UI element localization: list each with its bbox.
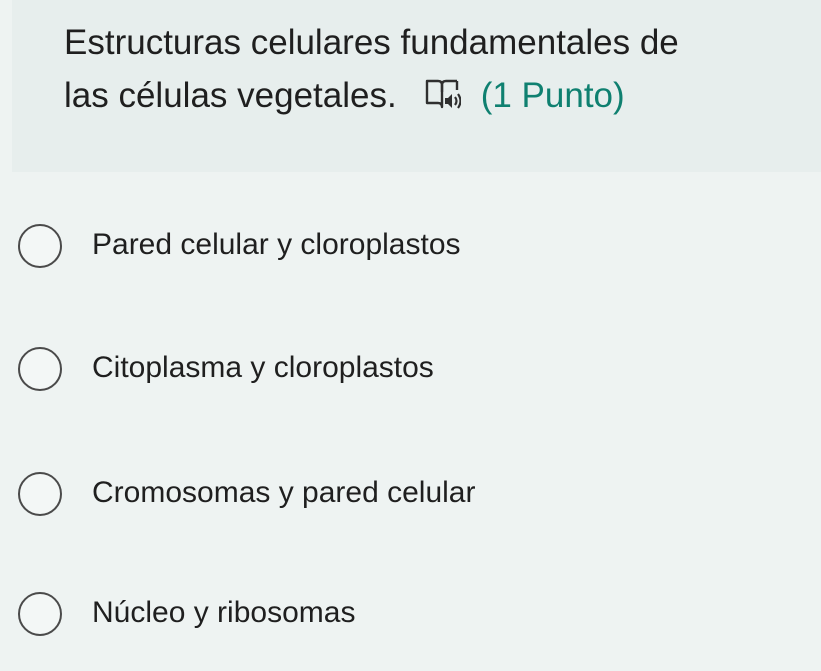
option-label: Cromosomas y pared celular <box>92 476 476 509</box>
question-title-line1: Estructuras celulares fundamentales de <box>64 23 679 62</box>
immersive-reader-icon[interactable] <box>423 73 462 109</box>
option-label: Núcleo y ribosomas <box>92 596 356 629</box>
radio-button[interactable] <box>18 592 62 636</box>
option-label: Citoplasma y cloroplastos <box>92 351 434 384</box>
question-title-line2: las células vegetales. <box>64 76 397 115</box>
option-citoplasma-cloroplastos[interactable]: Citoplasma y cloroplastos <box>18 337 798 397</box>
option-pared-celular-cloroplastos[interactable]: Pared celular y cloroplastos <box>18 214 798 274</box>
points-label: (1 Punto) <box>480 76 625 115</box>
question-title: Estructuras celulares fundamentales de l… <box>64 16 814 122</box>
radio-button[interactable] <box>18 472 62 516</box>
radio-button[interactable] <box>18 224 62 268</box>
option-nucleo-ribosomas[interactable]: Núcleo y ribosomas <box>18 582 798 642</box>
radio-button[interactable] <box>18 347 62 391</box>
question-header: Estructuras celulares fundamentales de l… <box>12 0 821 172</box>
option-label: Pared celular y cloroplastos <box>92 228 461 261</box>
option-cromosomas-pared-celular[interactable]: Cromosomas y pared celular <box>18 462 798 522</box>
